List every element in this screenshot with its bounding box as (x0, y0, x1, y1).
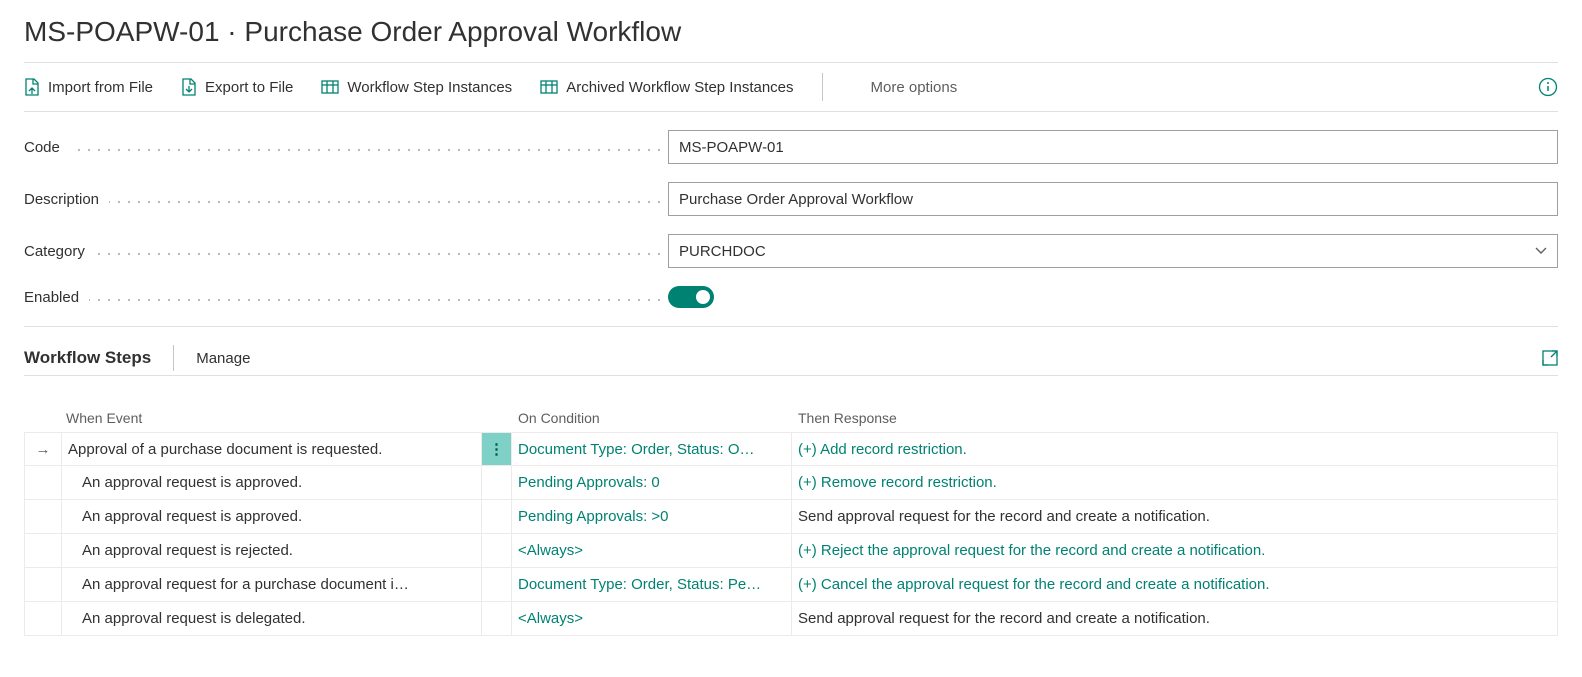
chevron-down-icon (1535, 247, 1547, 255)
page-title: MS-POAPW-01 · Purchase Order Approval Wo… (24, 16, 1558, 48)
export-to-file-button[interactable]: Export to File (181, 78, 293, 96)
table-icon (540, 80, 558, 94)
description-label: Description (24, 191, 668, 208)
category-label: Category (24, 243, 668, 260)
row-more-icon (482, 602, 512, 636)
section-separator (173, 345, 174, 371)
archived-workflow-step-instances-button[interactable]: Archived Workflow Step Instances (540, 79, 793, 96)
enabled-toggle[interactable] (668, 286, 714, 308)
cell-when-event[interactable]: An approval request is approved. (62, 500, 482, 534)
cell-then-response[interactable]: Send approval request for the record and… (792, 602, 1558, 636)
action-toolbar: Import from File Export to File Workflow… (24, 63, 1558, 111)
table-row[interactable]: An approval request is delegated. <Always… (24, 602, 1558, 636)
manage-button[interactable]: Manage (196, 350, 250, 367)
toolbar-separator (822, 73, 823, 101)
import-label: Import from File (48, 79, 153, 96)
workflow-steps-header: Workflow Steps Manage (24, 345, 1558, 371)
table-icon (321, 80, 339, 94)
cell-on-condition[interactable]: Pending Approvals: 0 (512, 466, 792, 500)
page-code: MS-POAPW-01 (24, 16, 220, 47)
enabled-label: Enabled (24, 289, 668, 306)
row-more-icon (482, 466, 512, 500)
col-header-event[interactable]: When Event (62, 410, 482, 426)
cell-then-response[interactable]: (+) Add record restriction. (792, 432, 1558, 466)
category-value: PURCHDOC (679, 243, 766, 260)
cell-when-event[interactable]: Approval of a purchase document is reque… (62, 432, 482, 466)
code-input[interactable] (668, 130, 1558, 164)
import-from-file-button[interactable]: Import from File (24, 78, 153, 96)
cell-when-event[interactable]: An approval request is delegated. (62, 602, 482, 636)
cell-when-event[interactable]: An approval request for a purchase docum… (62, 568, 482, 602)
page-title-text: Purchase Order Approval Workflow (244, 16, 681, 47)
cell-then-response[interactable]: (+) Remove record restriction. (792, 466, 1558, 500)
file-import-icon (24, 78, 40, 96)
table-row[interactable]: An approval request is approved. Pending … (24, 500, 1558, 534)
workflow-steps-grid: When Event On Condition Then Response →A… (24, 404, 1558, 636)
cell-on-condition[interactable]: Document Type: Order, Status: Pe… (512, 568, 792, 602)
info-icon[interactable] (1538, 77, 1558, 97)
code-label: Code (24, 139, 668, 156)
table-row[interactable]: →Approval of a purchase document is requ… (24, 432, 1558, 466)
table-row[interactable]: An approval request is rejected. <Always>… (24, 534, 1558, 568)
table-row[interactable]: An approval request is approved. Pending … (24, 466, 1558, 500)
row-marker (24, 466, 62, 500)
col-header-response[interactable]: Then Response (792, 410, 1558, 426)
general-fields: Code Description Category PURCHDOC Enabl… (24, 130, 1558, 308)
row-more-icon[interactable]: ⋮ (482, 432, 512, 466)
cell-then-response[interactable]: (+) Cancel the approval request for the … (792, 568, 1558, 602)
description-input[interactable] (668, 182, 1558, 216)
row-marker (24, 568, 62, 602)
cell-on-condition[interactable]: <Always> (512, 602, 792, 636)
file-export-icon (181, 78, 197, 96)
page-title-sep: · (220, 16, 245, 47)
table-row[interactable]: An approval request for a purchase docum… (24, 568, 1558, 602)
row-more-icon (482, 534, 512, 568)
archived-step-instances-label: Archived Workflow Step Instances (566, 79, 793, 96)
cell-on-condition[interactable]: <Always> (512, 534, 792, 568)
cell-then-response[interactable]: (+) Reject the approval request for the … (792, 534, 1558, 568)
export-label: Export to File (205, 79, 293, 96)
workflow-step-instances-button[interactable]: Workflow Step Instances (321, 79, 512, 96)
row-more-icon (482, 500, 512, 534)
row-more-icon (482, 568, 512, 602)
grid-header: When Event On Condition Then Response (24, 404, 1558, 432)
expand-icon[interactable] (1542, 350, 1558, 366)
row-marker (24, 500, 62, 534)
cell-when-event[interactable]: An approval request is approved. (62, 466, 482, 500)
row-marker (24, 534, 62, 568)
step-instances-label: Workflow Step Instances (347, 79, 512, 96)
cell-on-condition[interactable]: Document Type: Order, Status: O… (512, 432, 792, 466)
category-select[interactable]: PURCHDOC (668, 234, 1558, 268)
more-options-button[interactable]: More options (871, 79, 958, 96)
cell-on-condition[interactable]: Pending Approvals: >0 (512, 500, 792, 534)
cell-then-response[interactable]: Send approval request for the record and… (792, 500, 1558, 534)
col-header-condition[interactable]: On Condition (512, 410, 792, 426)
row-marker (24, 602, 62, 636)
row-marker: → (24, 432, 62, 466)
workflow-steps-title: Workflow Steps (24, 348, 151, 368)
cell-when-event[interactable]: An approval request is rejected. (62, 534, 482, 568)
